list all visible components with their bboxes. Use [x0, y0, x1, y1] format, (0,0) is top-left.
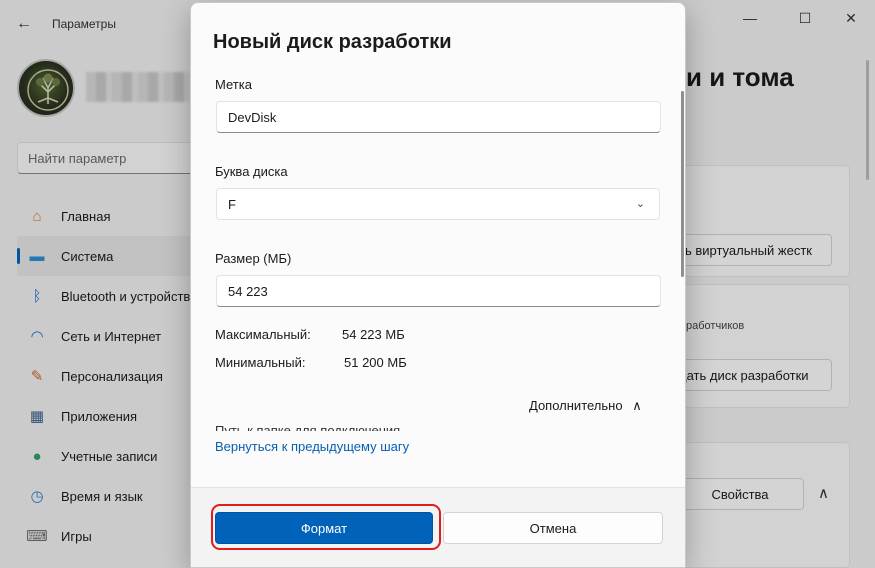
sidebar-item-bluetooth[interactable]: ᛒ Bluetooth и устройства [17, 276, 217, 316]
mount-path-label: Путь к папке для подключения [215, 423, 401, 431]
min-size-value: 51 200 МБ [344, 355, 407, 370]
app-title: Параметры [52, 17, 116, 31]
max-size-value: 54 223 МБ [342, 327, 405, 342]
maximize-icon[interactable]: ☐ [795, 10, 815, 27]
clock-icon: ◷ [30, 488, 44, 505]
advanced-toggle[interactable]: Дополнительно ∧ [529, 398, 642, 414]
size-input[interactable]: 54 223 [216, 275, 661, 307]
sidebar-item-personalization[interactable]: ✎ Персонализация [17, 356, 217, 396]
cancel-button[interactable]: Отмена [443, 512, 663, 544]
drive-letter-label: Буква диска [215, 164, 288, 179]
dialog-title: Новый диск разработки [213, 31, 452, 53]
chevron-up-icon: ∧ [632, 398, 642, 413]
gamepad-icon: ⌨ [26, 528, 48, 545]
search-input[interactable]: Найти параметр [17, 142, 203, 174]
label-input-value: DevDisk [228, 110, 277, 125]
sidebar-item-gaming[interactable]: ⌨ Игры [17, 516, 217, 556]
account-icon: ● [32, 447, 42, 465]
back-to-previous-step-link[interactable]: Вернуться к предыдущему шагу [215, 439, 409, 454]
drive-letter-select[interactable]: F ⌄ [216, 188, 660, 220]
size-label: Размер (МБ) [215, 251, 292, 266]
label-input[interactable]: DevDisk [216, 101, 661, 133]
dialog-scrollbar[interactable] [681, 91, 684, 277]
create-virtual-disk-button[interactable]: ть виртуальный жестк [676, 234, 832, 266]
home-icon: ⌂ [32, 207, 42, 225]
max-size-label: Максимальный: [215, 327, 311, 342]
create-dev-drive-button[interactable]: дать диск разработки [676, 359, 832, 391]
advanced-label: Дополнительно [529, 398, 623, 413]
tree-of-life-icon [27, 69, 69, 111]
new-dev-drive-dialog: Новый диск разработки Метка DevDisk Букв… [190, 2, 686, 568]
sidebar-item-label: Персонализация [61, 368, 163, 384]
sidebar-item-label: Сеть и Интернет [61, 328, 162, 344]
sidebar-item-home[interactable]: ⌂ Главная [17, 196, 217, 236]
page-title: и и тома [686, 62, 794, 92]
drive-letter-value: F [228, 197, 236, 212]
dev-drive-description: работчиков [686, 320, 745, 332]
minimize-icon[interactable]: — [740, 10, 760, 26]
system-icon: ▬ [29, 247, 45, 265]
avatar[interactable] [17, 59, 75, 117]
sidebar-item-apps[interactable]: ▦ Приложения [17, 396, 217, 436]
sidebar-item-label: Учетные записи [61, 448, 158, 464]
label-field-label: Метка [215, 77, 252, 92]
sidebar-item-time-language[interactable]: ◷ Время и язык [17, 476, 217, 516]
properties-button[interactable]: Свойства [676, 478, 804, 510]
close-icon[interactable]: ✕ [841, 10, 861, 27]
dialog-footer: Формат Отмена [191, 487, 685, 567]
sidebar-item-label: Время и язык [61, 488, 143, 504]
min-size-label: Минимальный: [215, 355, 306, 370]
sidebar-item-label: Bluetooth и устройства [61, 288, 198, 304]
scrollbar[interactable] [866, 60, 869, 180]
sidebar-item-system[interactable]: ▬ Система [17, 236, 217, 276]
brush-icon: ✎ [30, 368, 44, 385]
sidebar-nav: ⌂ Главная ▬ Система ᛒ Bluetooth и устрой… [17, 196, 217, 556]
sidebar-item-label: Главная [61, 208, 111, 224]
search-placeholder: Найти параметр [28, 151, 127, 166]
size-input-value: 54 223 [228, 284, 268, 299]
sidebar-item-label: Система [61, 248, 114, 264]
bluetooth-icon: ᛒ [32, 287, 42, 305]
chevron-down-icon: ⌄ [635, 198, 645, 210]
sidebar-item-accounts[interactable]: ● Учетные записи [17, 436, 217, 476]
wifi-icon: ◠ [30, 328, 44, 345]
sidebar-item-network[interactable]: ◠ Сеть и Интернет [17, 316, 217, 356]
apps-icon: ▦ [29, 408, 45, 425]
back-arrow-icon[interactable]: ← [16, 15, 32, 33]
blurred-username [86, 72, 190, 102]
format-button[interactable]: Формат [215, 512, 433, 544]
sidebar-item-label: Игры [61, 528, 92, 544]
sidebar-item-label: Приложения [61, 408, 138, 424]
chevron-up-icon[interactable]: ∧ [818, 484, 829, 502]
